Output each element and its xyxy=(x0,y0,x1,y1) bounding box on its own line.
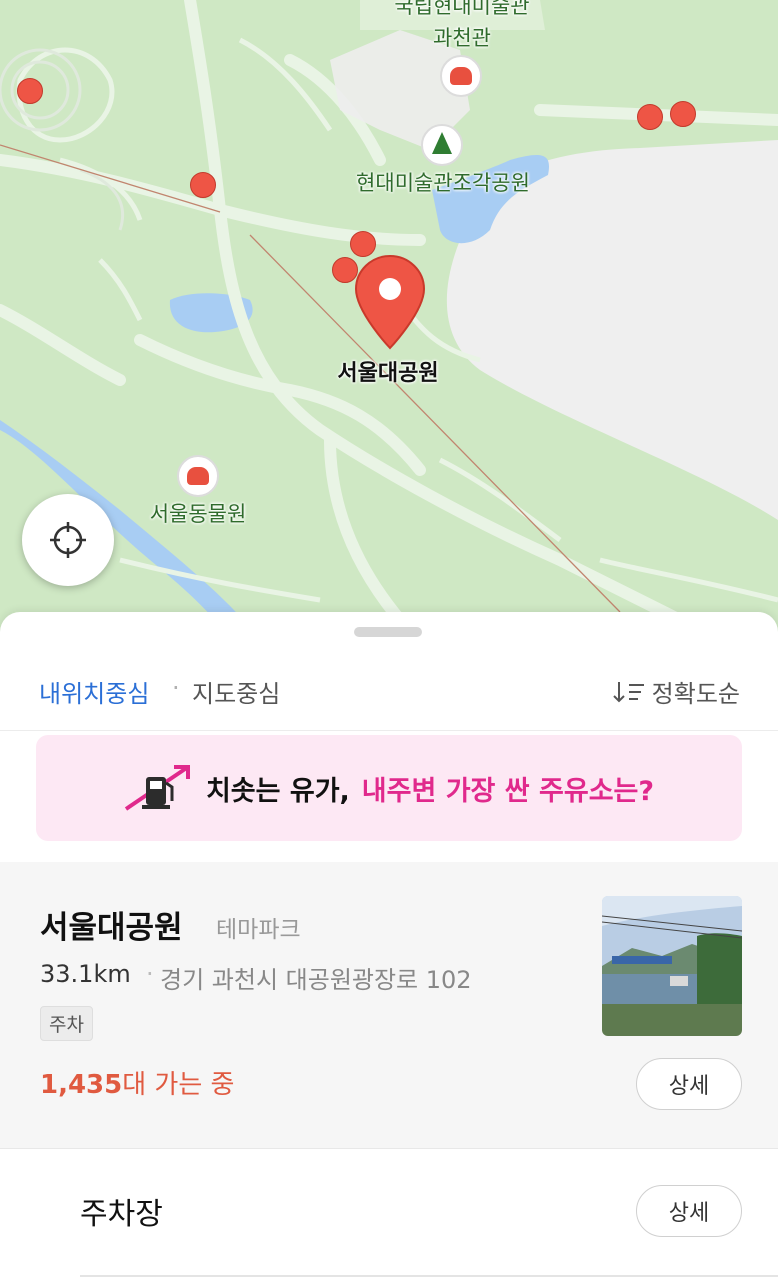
tab-separator: · xyxy=(172,674,180,702)
visitor-count-number: 1,435 xyxy=(40,1070,123,1100)
museum-poi-icon[interactable] xyxy=(440,55,482,97)
banner-text-black: 치솟는 유가, xyxy=(205,775,350,807)
banner-text-pink: 내주변 가장 싼 주유소는? xyxy=(361,775,655,807)
tree-poi-icon[interactable] xyxy=(421,124,463,166)
tab-my-location[interactable]: 내위치중심 xyxy=(39,674,149,709)
divider xyxy=(0,730,778,731)
place-thumbnail[interactable] xyxy=(602,896,742,1036)
map-view[interactable]: 국립현대미술관 과천관 현대미술관조각공원 서울대공원 서울동물원 xyxy=(0,0,778,640)
sort-button[interactable]: 정확도순 xyxy=(612,674,740,709)
place-address: 경기 과천시 대공원광장로 102 xyxy=(160,966,472,994)
fuel-price-icon xyxy=(124,765,190,811)
place-distance: 33.1km xyxy=(40,960,131,988)
map-marker-dot[interactable] xyxy=(17,78,43,104)
map-marker-dot[interactable] xyxy=(190,172,216,198)
map-marker-dot[interactable] xyxy=(637,104,663,130)
map-label-zoo: 서울동물원 xyxy=(149,502,247,526)
location-pin-icon[interactable] xyxy=(354,254,426,350)
map-label-main-place: 서울대공원 xyxy=(337,361,439,386)
filter-row: 내위치중심 · 지도중심 정확도순 xyxy=(0,668,778,712)
place-separator: · xyxy=(146,960,154,988)
parking-row[interactable]: 주차장 상세 xyxy=(0,1149,778,1280)
place-detail-button[interactable]: 상세 xyxy=(636,1058,742,1110)
fuel-price-banner[interactable]: 치솟는 유가, 내주변 가장 싼 주유소는? xyxy=(36,735,742,841)
sort-label: 정확도순 xyxy=(651,680,740,708)
place-category: 테마파크 xyxy=(216,917,301,943)
parking-tag: 주차 xyxy=(40,1006,93,1041)
parking-detail-button[interactable]: 상세 xyxy=(636,1185,742,1237)
tab-map-center[interactable]: 지도중심 xyxy=(192,674,280,709)
map-label-museum: 국립현대미술관 xyxy=(394,0,530,18)
visitor-count-suffix: 대 가는 중 xyxy=(122,1070,235,1100)
locate-me-button[interactable] xyxy=(22,494,114,586)
visitor-count: 1,435대 가는 중 xyxy=(40,1064,234,1101)
place-card[interactable]: 서울대공원 테마파크 33.1km · 경기 과천시 대공원광장로 102 주차… xyxy=(0,862,778,1148)
parking-label: 주차장 xyxy=(80,1197,163,1232)
drag-handle[interactable] xyxy=(354,627,422,637)
place-name[interactable]: 서울대공원 xyxy=(40,902,183,947)
map-marker-dot[interactable] xyxy=(670,101,696,127)
sort-desc-icon xyxy=(612,681,644,702)
crosshair-icon xyxy=(50,522,86,558)
divider xyxy=(80,1275,778,1277)
map-label-museum-branch: 과천관 xyxy=(433,26,491,50)
bottom-sheet: 내위치중심 · 지도중심 정확도순 치솟는 유가, 내주변 가장 싼 주유소는? xyxy=(0,612,778,1280)
map-label-sculpture-park: 현대미술관조각공원 xyxy=(356,171,530,195)
zoo-poi-icon[interactable] xyxy=(177,455,219,497)
